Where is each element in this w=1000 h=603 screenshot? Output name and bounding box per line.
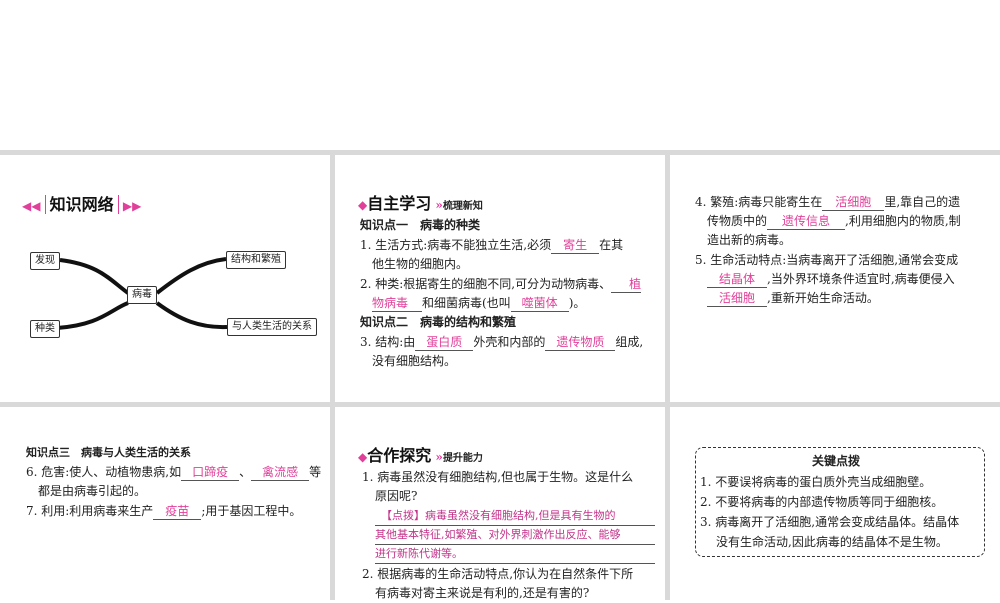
answer-blank: 口蹄疫: [181, 465, 240, 481]
answer-blank: 寄生: [551, 238, 600, 254]
coop-title: 合作探究: [367, 446, 432, 465]
item-2: 2. 种类:根据寄生的细胞不同,可分为动物病毒、植: [360, 275, 642, 294]
item-7: 7. 利用:利用病毒来生产 疫苗 ;用于基因工程中。: [26, 502, 301, 521]
question-2: 2. 根据病毒的生命活动特点,你认为在自然条件下所: [362, 567, 634, 581]
hint-line-3: 进行新陈代谢等。: [375, 544, 655, 564]
key-points-title: 关键点拨: [812, 454, 861, 468]
kp2-heading: 知识点二 病毒的结构和繁殖: [360, 315, 517, 329]
item-4-end: 造出新的病毒。: [707, 233, 792, 247]
answer-blank: 物病毒: [372, 296, 422, 312]
text: 2. 种类:根据寄生的细胞不同,可分为动物病毒、: [360, 277, 612, 291]
question-1-cont: 原因呢?: [375, 489, 418, 503]
answer-blank: 活细胞: [822, 195, 885, 211]
key-point-3: 3. 病毒离开了活细胞,通常会变成结晶体。结晶体: [700, 515, 960, 529]
node-structure: 结构和繁殖: [226, 251, 286, 269]
answer-blank: 遗传信息: [767, 214, 846, 230]
item-6-cont: 都是由病毒引起的。: [38, 484, 147, 498]
item-1: 1. 生活方式:病毒不能独立生活,必须 寄生 在其: [360, 236, 623, 255]
hint-line-1: 【点拨】病毒虽然没有细胞结构,但是具有生物的: [375, 506, 655, 526]
item-4-cont: 传物质中的 遗传信息 ,利用细胞内的物质,制: [707, 212, 961, 231]
answer-blank: 活细胞: [707, 291, 767, 307]
text: 1. 生活方式:病毒不能独立生活,必须: [360, 238, 552, 252]
text: 在其: [599, 238, 624, 252]
self-study-header: ◆自主学习 »梳理新知: [358, 194, 483, 213]
hint-line-2: 其他基本特征,如繁殖、对外界刺激作出反应、能够: [375, 525, 655, 545]
answer-blank: 遗传物质: [545, 335, 616, 351]
self-study-title: 自主学习: [367, 194, 432, 213]
text: 组成,: [615, 335, 644, 349]
kp3-heading: 知识点三 病毒与人类生活的关系: [26, 446, 191, 459]
text: 等: [309, 465, 322, 479]
item-6: 6. 危害:使人、动植物患病,如 口蹄疫、禽流感等: [26, 463, 321, 482]
node-relation: 与人类生活的关系: [227, 318, 317, 336]
text: 、: [239, 465, 252, 479]
network-title: 知识网络: [44, 195, 119, 214]
text: 4. 繁殖:病毒只能寄生在: [695, 195, 823, 209]
question-2-cont: 有病毒对寄主来说是有利的,还是有害的?: [375, 586, 590, 600]
self-study-subtitle: 梳理新知: [442, 201, 483, 212]
key-point-2: 2. 不要将病毒的内部遗传物质等同于细胞核。: [700, 495, 944, 509]
network-header: ◀◀ 知识网络 ▶▶: [22, 195, 142, 214]
text: ,利用细胞内的物质,制: [845, 214, 961, 228]
key-point-1: 1. 不要误将病毒的蛋白质外壳当成细胞壁。: [700, 475, 932, 489]
text: 里,靠自己的遗: [884, 195, 961, 209]
item-3: 3. 结构:由 蛋白质 外壳和内部的 遗传物质 组成,: [360, 333, 643, 352]
answer-blank: 禽流感: [251, 465, 310, 481]
text: ;用于基因工程中。: [201, 504, 302, 518]
node-types: 种类: [30, 320, 60, 338]
text: 外壳和内部的: [473, 335, 546, 349]
node-discovery: 发现: [30, 252, 60, 270]
item-3-cont: 没有细胞结构。: [372, 354, 457, 368]
item-5-cont: 结晶体 ,当外界环境条件适宜时,病毒便侵入: [707, 270, 955, 289]
item-4: 4. 繁殖:病毒只能寄生在 活细胞 里,靠自己的遗: [695, 193, 960, 212]
item-2-cont: 物病毒 和细菌病毒(也叫 噬菌体)。: [372, 294, 585, 313]
text: 传物质中的: [707, 214, 768, 228]
item-1-cont: 他生物的细胞内。: [372, 257, 469, 271]
text: 3. 结构:由: [360, 335, 416, 349]
answer-blank: 疫苗: [153, 504, 202, 520]
text: 6. 危害:使人、动植物患病,如: [26, 465, 182, 479]
question-1: 1. 病毒虽然没有细胞结构,但也属于生物。这是什么: [362, 470, 634, 484]
key-point-3-cont: 没有生命活动,因此病毒的结晶体不是生物。: [716, 535, 948, 549]
answer-blank: 噬菌体: [510, 296, 569, 312]
answer-blank: 结晶体: [707, 272, 767, 288]
answer-blank: 蛋白质: [415, 335, 474, 351]
text: 和细菌病毒(也叫: [422, 296, 511, 310]
text: ,当外界环境条件适宜时,病毒便侵入: [767, 272, 955, 286]
answer-blank: 植: [611, 277, 642, 293]
item-5-end: 活细胞 ,重新开始生命活动。: [707, 289, 879, 308]
text: 7. 利用:利用病毒来生产: [26, 504, 154, 518]
coop-subtitle: 提升能力: [442, 453, 483, 464]
coop-header: ◆合作探究 »提升能力: [358, 446, 483, 465]
text: ,重新开始生命活动。: [767, 291, 879, 305]
item-5: 5. 生命活动特点:当病毒离开了活细胞,通常会变成: [695, 253, 959, 267]
node-virus: 病毒: [127, 286, 157, 304]
text: )。: [568, 296, 586, 310]
kp1-heading: 知识点一 病毒的种类: [360, 218, 481, 232]
